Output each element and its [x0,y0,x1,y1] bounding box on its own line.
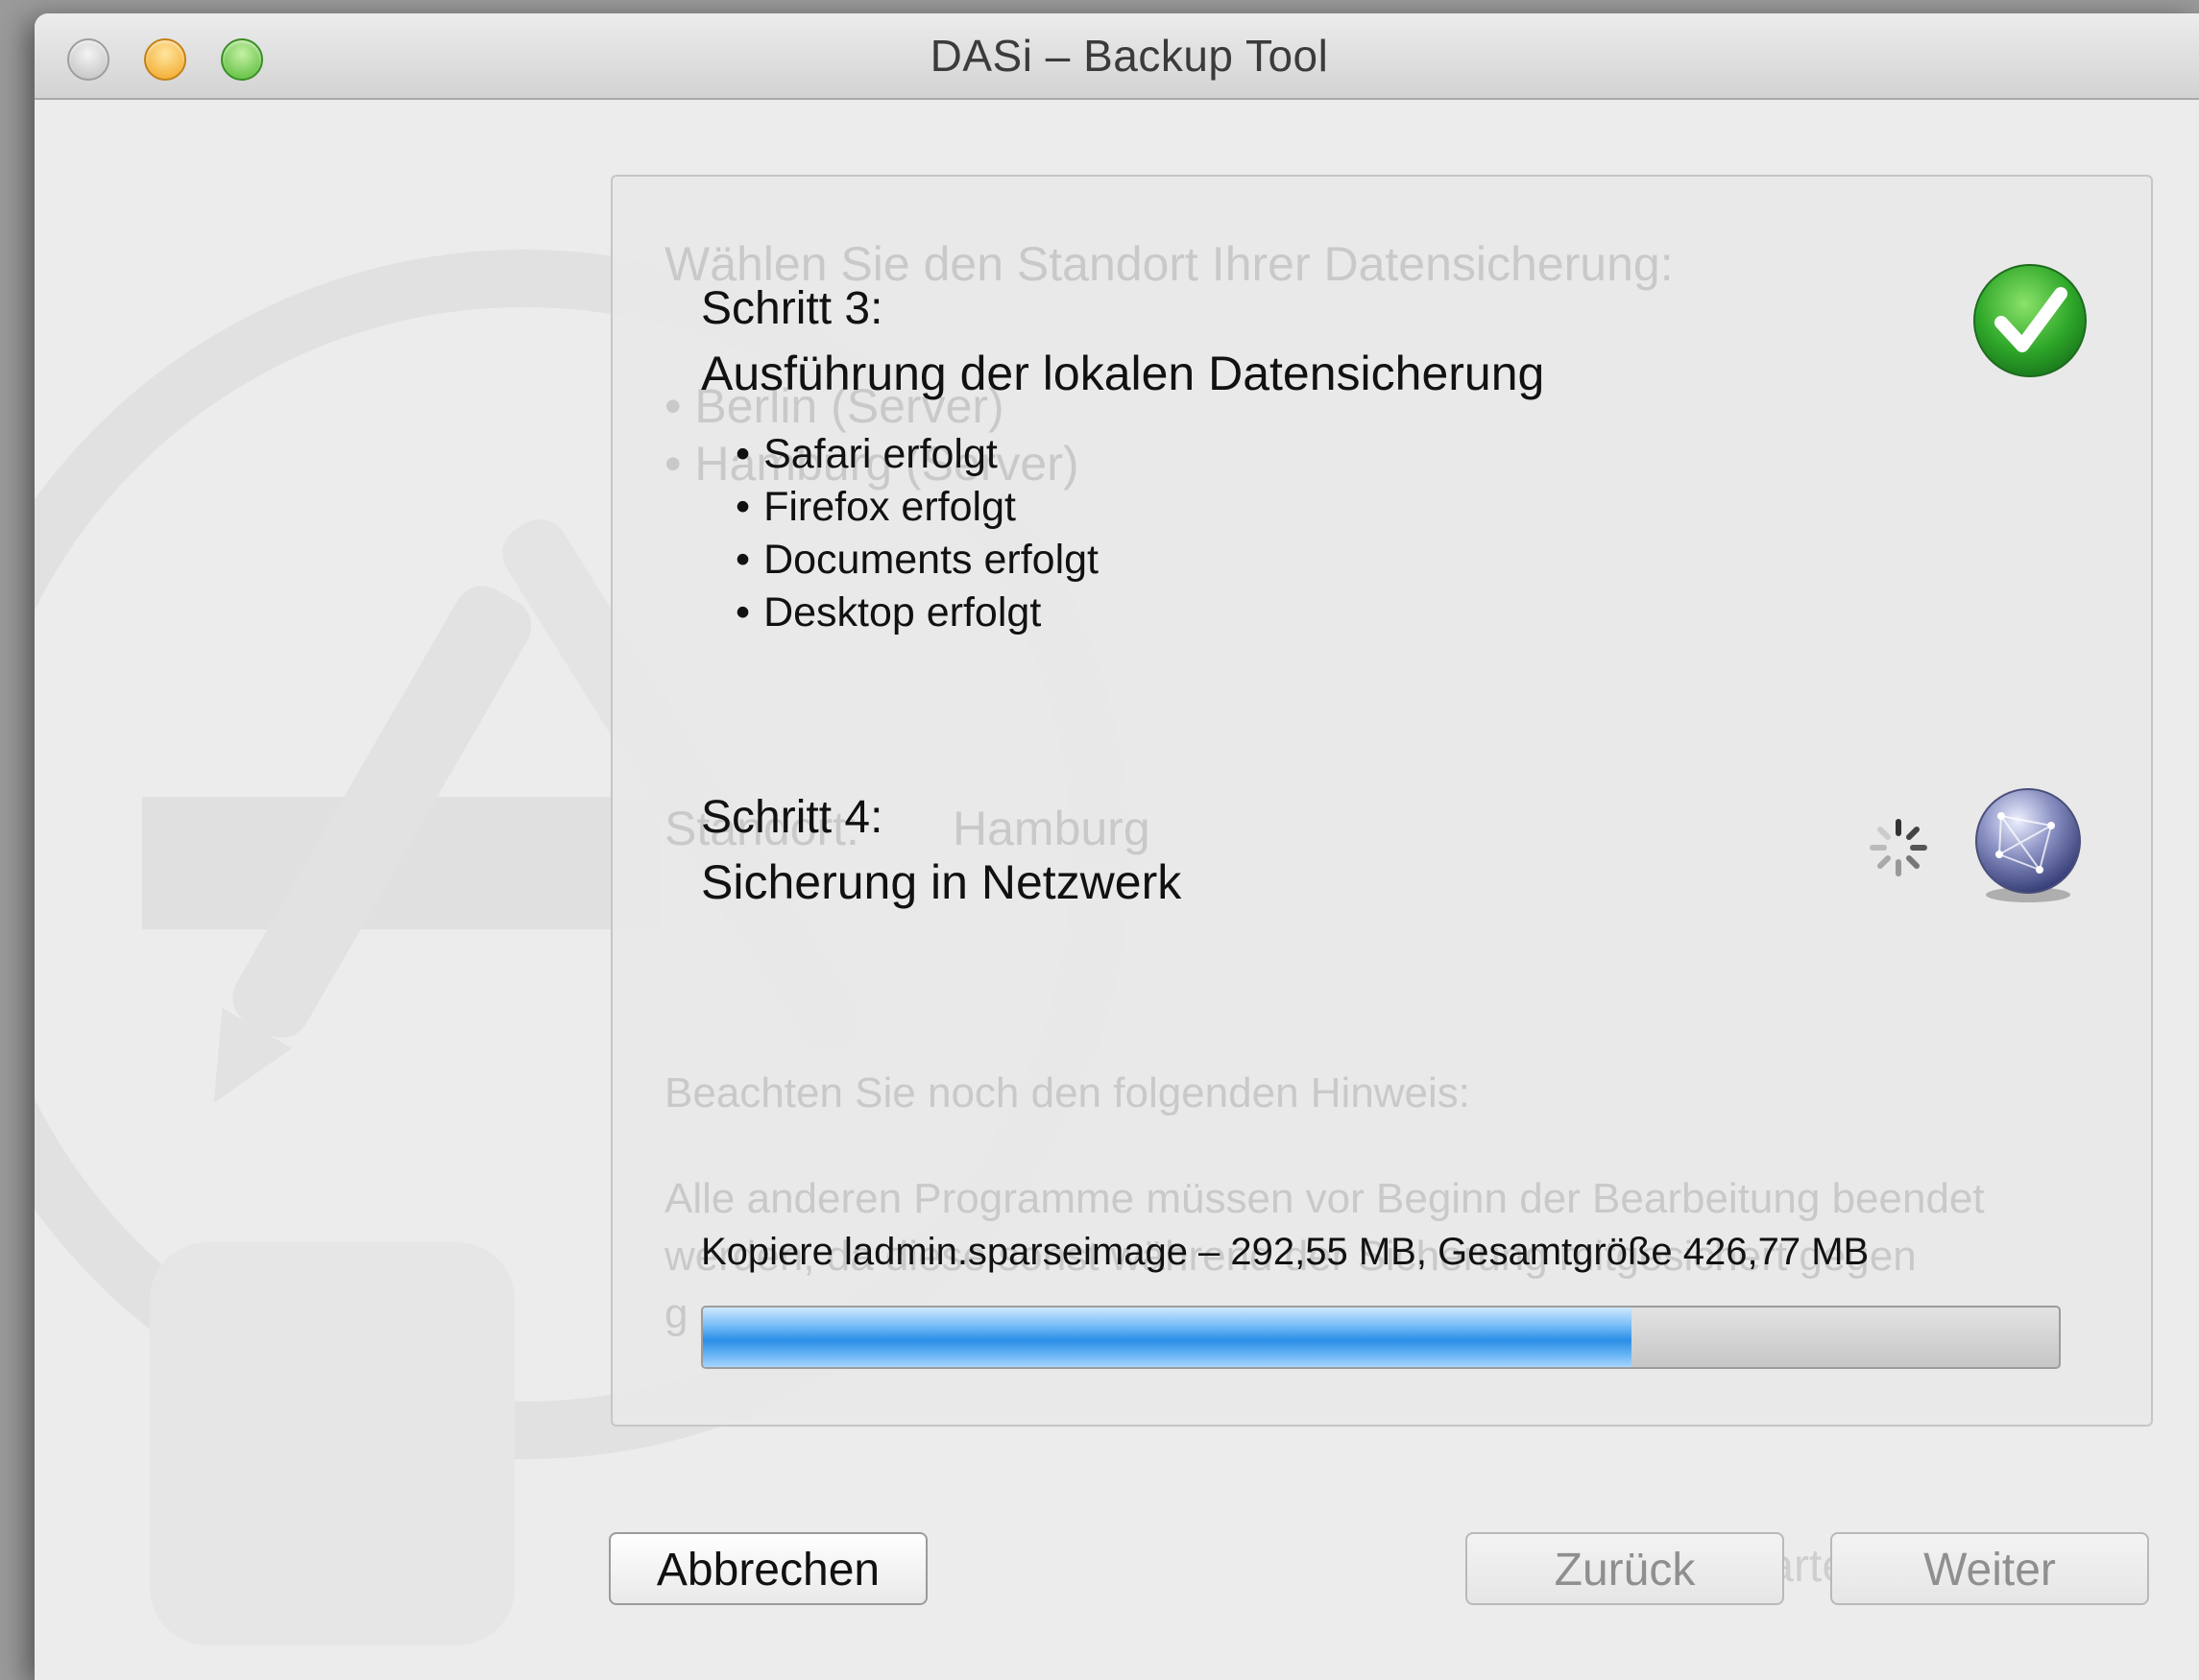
ghost-note-line3: g [665,1290,689,1337]
step4-number: Schritt 4: [701,792,883,843]
step3-item-list: Safari erfolgt Firefox erfolgt Documents… [736,428,1099,639]
step3-item: Documents erfolgt [736,534,1099,587]
ghost-note-heading: Beachten Sie noch den folgenden Hinweis: [665,1069,1471,1116]
content-panel: Wählen Sie den Standort Ihrer Datensiche… [611,175,2153,1427]
step3-item: Firefox erfolgt [736,481,1099,534]
step4-title: Sicherung in Netzwerk [701,855,1182,909]
ghost-standort-value: Hamburg [953,802,1150,855]
next-button[interactable]: Weiter [1830,1532,2149,1605]
step3-item: Safari erfolgt [736,428,1099,481]
back-button[interactable]: Zurück [1465,1532,1784,1605]
step3-title: Ausführung der lokalen Datensicherung [701,347,1545,400]
cancel-button[interactable]: Abbrechen [609,1532,928,1605]
progress-bar-fill [703,1308,1632,1367]
checkmark-icon [1973,264,2087,377]
network-globe-icon [1975,788,2081,902]
step3-number: Schritt 3: [701,283,883,334]
step3-item: Desktop erfolgt [736,587,1099,639]
app-window: DASi – Backup Tool Wählen Sie den Stando… [35,13,2199,1680]
progress-label: Kopiere ladmin.sparseimage – 292,55 MB, … [701,1231,1870,1273]
progress-bar [701,1306,2061,1369]
spinner-icon [1870,819,1927,876]
ghost-note-line1: Alle anderen Programme müssen vor Beginn… [665,1175,1985,1222]
